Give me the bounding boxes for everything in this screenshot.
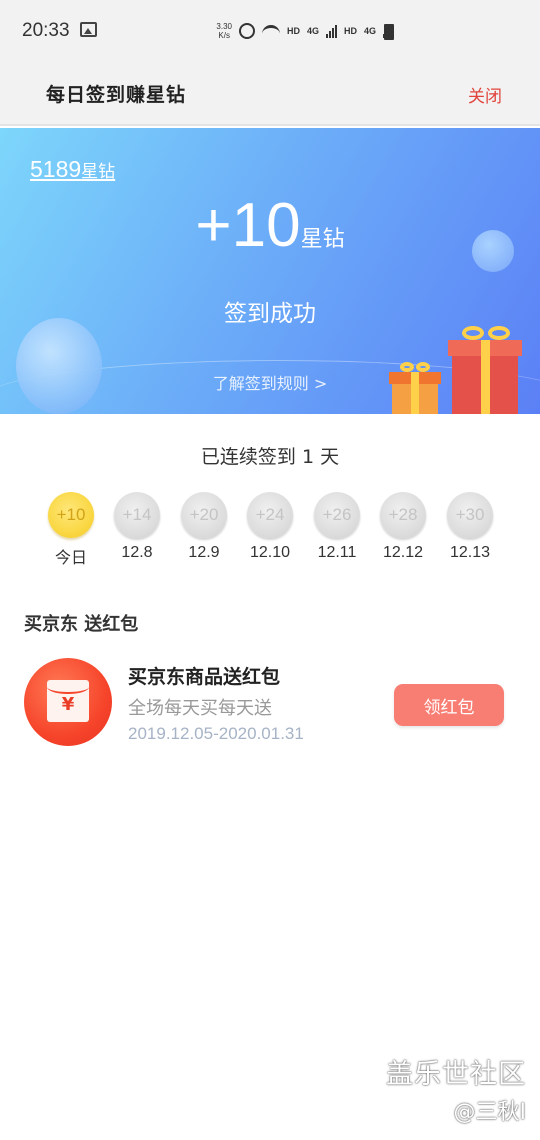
header-bar: 每日签到赚星钻 关闭 (0, 64, 540, 126)
sign-in-banner: 5189星钻 +10星钻 签到成功 了解签到规则 > (0, 128, 540, 414)
streak-text: 已连续签到 1 天 (200, 446, 340, 468)
day-reward-item: +14 12.8 (110, 492, 164, 562)
day-reward-item: +10 今日 (44, 492, 98, 568)
status-bar: 20:33 3.30 K/s HD 4G HD 4G (0, 0, 540, 64)
coin-claimed-icon: +10 (48, 492, 94, 538)
day-label: 12.9 (188, 544, 220, 561)
coin-unclaimed-icon: +24 (247, 492, 293, 538)
network-type-1: 4G (306, 26, 319, 36)
daily-rewards-row: +10 今日 +14 12.8 +20 12.9 +24 12.10 +26 1… (44, 492, 504, 572)
diamond-balance-link[interactable]: 5189星钻 (30, 156, 115, 183)
day-reward-item: +26 12.11 (310, 492, 364, 562)
network-speed-value: 3.30 (216, 22, 232, 31)
signal-icon-1 (325, 24, 337, 38)
status-icons: 3.30 K/s HD 4G HD 4G (216, 22, 394, 40)
hd-label-2: HD (343, 26, 357, 36)
red-envelope-icon: ¥ (24, 658, 112, 746)
coin-unclaimed-icon: +26 (314, 492, 360, 538)
coin-unclaimed-icon: +14 (114, 492, 160, 538)
large-gift-box-icon (448, 326, 522, 414)
close-button[interactable]: 关闭 (468, 82, 502, 107)
envelope-icon: ¥ (47, 680, 89, 722)
gallery-notification-icon (80, 22, 97, 37)
coin-unclaimed-icon: +20 (181, 492, 227, 538)
day-label: 12.10 (249, 544, 291, 561)
balance-unit: 星钻 (81, 162, 116, 181)
day-label: 12.12 (382, 544, 424, 561)
alarm-icon (238, 23, 255, 39)
hd-label-1: HD (286, 26, 300, 36)
balance-value: 5189 (30, 156, 82, 182)
day-reward-item: +24 12.10 (243, 492, 297, 562)
network-type-2: 4G (363, 26, 376, 36)
yen-symbol: ¥ (61, 694, 75, 715)
day-label: 12.13 (449, 544, 491, 561)
earned-unit: 星钻 (300, 227, 345, 252)
wifi-icon (261, 25, 280, 37)
earned-value: +10 (195, 191, 301, 260)
claim-red-envelope-button[interactable]: 领红包 (394, 684, 504, 726)
status-time: 20:33 (22, 20, 70, 41)
page-title: 每日签到赚星钻 (46, 84, 187, 106)
battery-icon (384, 24, 394, 40)
watermark-community: 盖乐世社区 (386, 1059, 526, 1090)
day-label: 12.11 (317, 544, 357, 561)
day-reward-item: +28 12.12 (376, 492, 430, 562)
section-title: 买京东 送红包 (24, 614, 139, 635)
coin-unclaimed-icon: +28 (380, 492, 426, 538)
coin-unclaimed-icon: +30 (447, 492, 493, 538)
network-speed-unit: K/s (218, 31, 230, 40)
balloon-decoration (16, 318, 102, 414)
network-speed: 3.30 K/s (216, 22, 232, 40)
day-reward-item: +20 12.9 (177, 492, 231, 562)
earned-reward: +10星钻 (0, 190, 540, 261)
small-gift-box-icon (389, 362, 441, 414)
sign-in-status: 签到成功 (224, 301, 316, 327)
promo-description: 全场每天买每天送 (128, 698, 272, 719)
promo-dates: 2019.12.05-2020.01.31 (128, 724, 304, 743)
promo-name: 买京东商品送红包 (128, 666, 281, 688)
day-label: 12.8 (121, 544, 153, 561)
day-reward-item: +30 12.13 (443, 492, 497, 562)
watermark-author: @三秋I (453, 1100, 527, 1125)
day-label: 今日 (54, 550, 87, 567)
